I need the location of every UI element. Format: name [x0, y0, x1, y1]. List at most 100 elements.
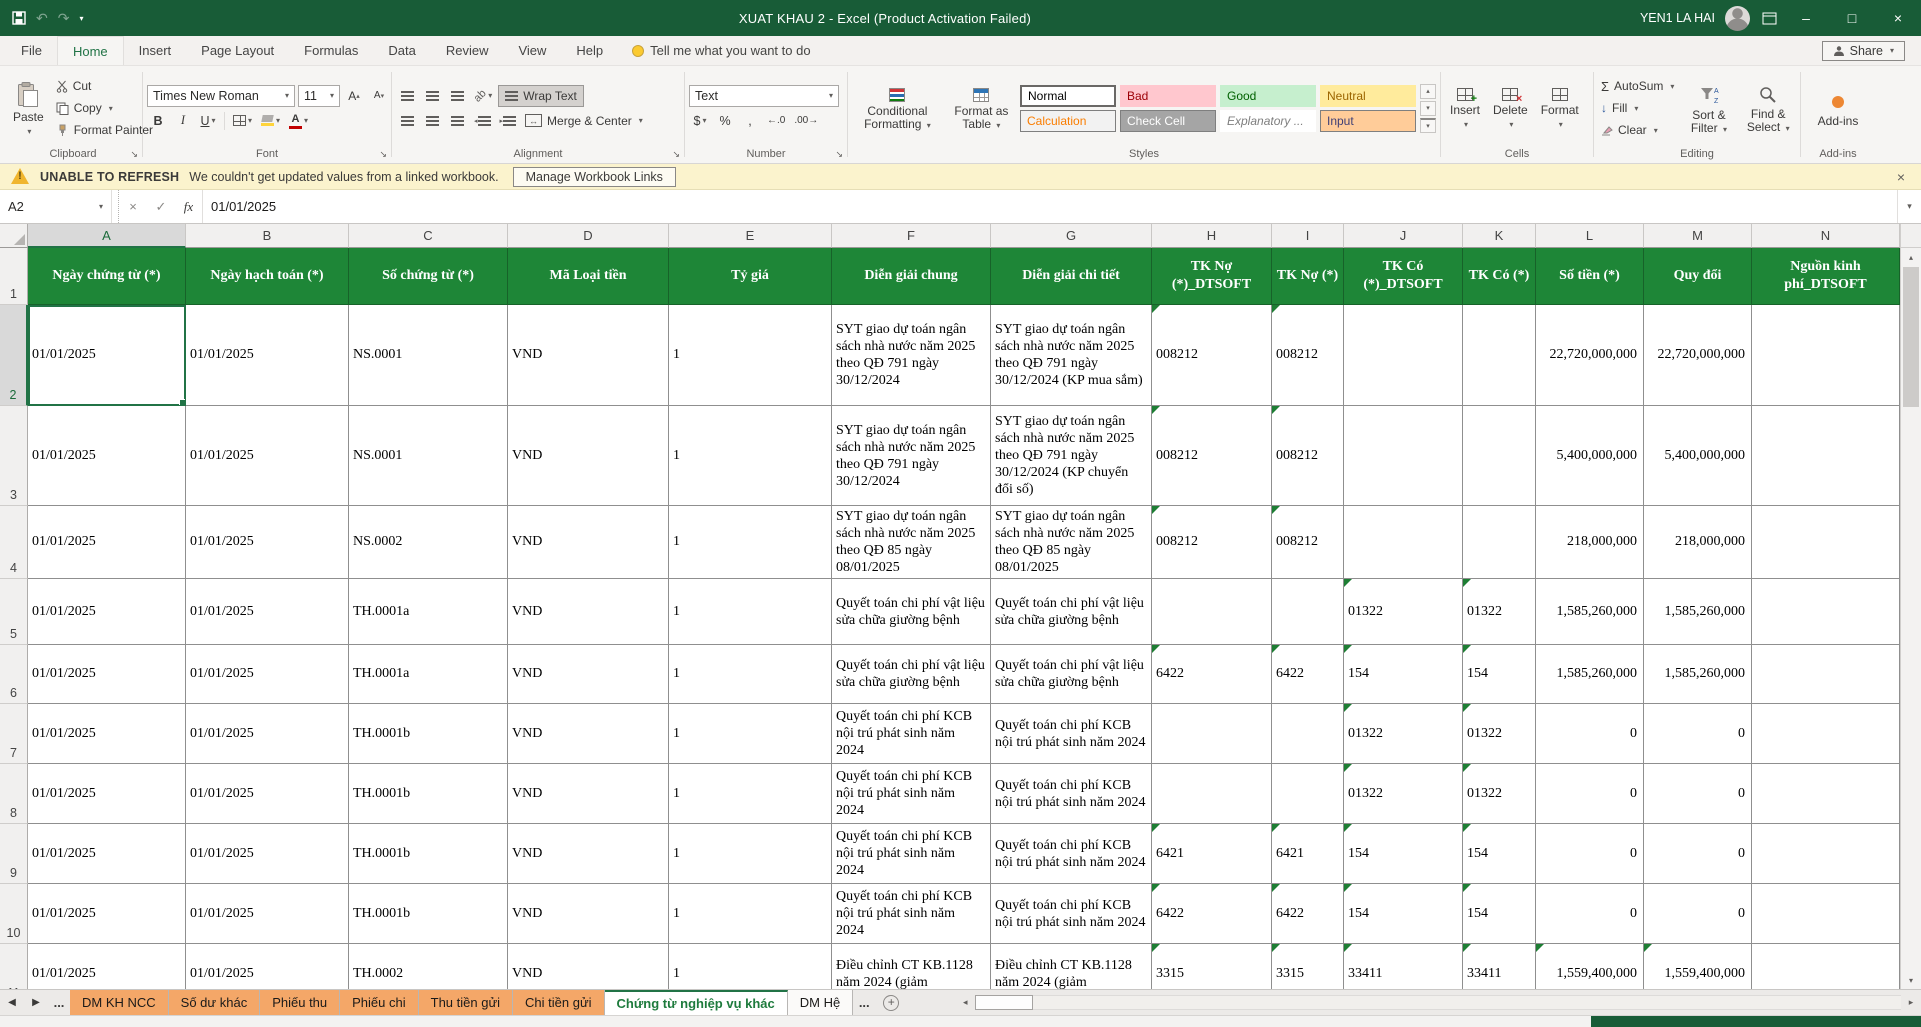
cell-E9[interactable]: 1 — [669, 824, 832, 884]
increase-indent-button[interactable]: ▸ — [497, 110, 520, 132]
cell-style-calculation[interactable]: Calculation — [1020, 110, 1116, 132]
vertical-scrollbar[interactable]: ▴ ▾ — [1900, 224, 1921, 989]
save-button[interactable] — [12, 11, 26, 25]
cell-B10[interactable]: 01/01/2025 — [186, 884, 349, 944]
cell-E2[interactable]: 1 — [669, 305, 832, 406]
sheet-tab-so-du-khac[interactable]: Số dư khác — [169, 990, 261, 1015]
align-left-button[interactable] — [396, 110, 418, 132]
cell-L10[interactable]: 0 — [1536, 884, 1644, 944]
formula-bar-expand-icon[interactable]: ▾ — [1897, 190, 1921, 223]
cell-E10[interactable]: 1 — [669, 884, 832, 944]
tab-formulas[interactable]: Formulas — [289, 36, 373, 65]
cell-H7[interactable] — [1152, 704, 1272, 764]
cell-L7[interactable]: 0 — [1536, 704, 1644, 764]
cell-D11[interactable]: VND — [508, 944, 669, 989]
tab-page-layout[interactable]: Page Layout — [186, 36, 289, 65]
cell-A2[interactable]: 01/01/2025 — [28, 305, 186, 406]
cell-A11[interactable]: 01/01/2025 — [28, 944, 186, 989]
cell-A6[interactable]: 01/01/2025 — [28, 645, 186, 704]
sheet-tab-dm-he[interactable]: DM Hệ — [788, 990, 853, 1015]
cell-H5[interactable] — [1152, 579, 1272, 645]
hscroll-left-icon[interactable]: ◂ — [955, 997, 975, 1008]
cell-H1[interactable]: TK Nợ (*)_DTSOFT — [1152, 248, 1272, 305]
conditional-formatting-button[interactable]: Conditional Formatting ▾ — [852, 85, 943, 132]
cell-F6[interactable]: Quyết toán chi phí vật liệu sửa chữa giư… — [832, 645, 991, 704]
cell-F1[interactable]: Diễn giải chung — [832, 248, 991, 305]
column-header-E[interactable]: E — [669, 224, 832, 248]
alignment-dialog-launcher[interactable]: ↘ — [672, 148, 680, 161]
cell-M6[interactable]: 1,585,260,000 — [1644, 645, 1752, 704]
bold-button[interactable]: B — [147, 110, 169, 132]
cell-N3[interactable] — [1752, 406, 1900, 506]
tab-home[interactable]: Home — [57, 36, 124, 65]
cell-C7[interactable]: TH.0001b — [349, 704, 508, 764]
cell-C1[interactable]: Số chứng từ (*) — [349, 248, 508, 305]
merge-center-button[interactable]: ↔Merge & Center▾ — [522, 110, 646, 131]
cell-J3[interactable] — [1344, 406, 1463, 506]
cell-M11[interactable]: 1,559,400,000 — [1644, 944, 1752, 989]
number-format-combo[interactable]: Text▾ — [689, 85, 839, 107]
undo-button[interactable]: ↶ — [36, 10, 48, 27]
increase-decimal-button[interactable]: ←.0 — [764, 110, 788, 132]
comma-style-button[interactable]: , — [739, 110, 761, 132]
cell-style-neutral[interactable]: Neutral — [1320, 85, 1416, 107]
align-middle-button[interactable] — [421, 85, 443, 107]
column-header-J[interactable]: J — [1344, 224, 1463, 248]
cell-style-good[interactable]: Good — [1220, 85, 1316, 107]
formula-input[interactable]: 01/01/2025 — [203, 190, 1897, 223]
autosum-button[interactable]: ΣAutoSum▾ — [1598, 76, 1677, 97]
sheet-tab-dm-kh-ncc[interactable]: DM KH NCC — [70, 990, 169, 1015]
cell-M10[interactable]: 0 — [1644, 884, 1752, 944]
tab-file[interactable]: File — [6, 36, 57, 65]
minimize-button[interactable]: – — [1783, 0, 1829, 36]
column-header-A[interactable]: A — [28, 224, 186, 248]
fill-button[interactable]: ↓Fill▾ — [1598, 98, 1677, 119]
cell-H2[interactable]: 008212 — [1152, 305, 1272, 406]
row-header-3[interactable]: 3 — [0, 406, 28, 506]
cell-J7[interactable]: 01322 — [1344, 704, 1463, 764]
cell-A8[interactable]: 01/01/2025 — [28, 764, 186, 824]
cell-B6[interactable]: 01/01/2025 — [186, 645, 349, 704]
sheet-tab-thu-tien-gui[interactable]: Thu tiền gửi — [419, 990, 513, 1015]
cell-L9[interactable]: 0 — [1536, 824, 1644, 884]
cell-F5[interactable]: Quyết toán chi phí vật liệu sửa chữa giư… — [832, 579, 991, 645]
cell-C6[interactable]: TH.0001a — [349, 645, 508, 704]
cell-N11[interactable] — [1752, 944, 1900, 989]
cell-C2[interactable]: NS.0001 — [349, 305, 508, 406]
select-all-corner[interactable] — [0, 224, 28, 248]
cell-M3[interactable]: 5,400,000,000 — [1644, 406, 1752, 506]
row-header-1[interactable]: 1 — [0, 248, 28, 305]
cut-button[interactable]: Cut — [53, 76, 156, 97]
cell-I4[interactable]: 008212 — [1272, 506, 1344, 579]
cell-K6[interactable]: 154 — [1463, 645, 1536, 704]
font-size-combo[interactable]: 11▾ — [298, 85, 340, 107]
cell-B11[interactable]: 01/01/2025 — [186, 944, 349, 989]
cell-K3[interactable] — [1463, 406, 1536, 506]
cell-A1[interactable]: Ngày chứng từ (*) — [28, 248, 186, 305]
cell-M2[interactable]: 22,720,000,000 — [1644, 305, 1752, 406]
grow-font-button[interactable]: A▴ — [343, 85, 365, 107]
account-name[interactable]: YEN1 LA HAI — [1640, 11, 1715, 25]
column-header-C[interactable]: C — [349, 224, 508, 248]
shrink-font-button[interactable]: A▾ — [368, 85, 390, 107]
cell-G2[interactable]: SYT giao dự toán ngân sách nhà nước năm … — [991, 305, 1152, 406]
cell-G7[interactable]: Quyết toán chi phí KCB nội trú phát sinh… — [991, 704, 1152, 764]
sheet-overflow-left[interactable]: ... — [48, 990, 70, 1015]
decrease-decimal-button[interactable]: .00→ — [791, 110, 821, 132]
close-button[interactable]: × — [1875, 0, 1921, 36]
align-center-button[interactable] — [421, 110, 443, 132]
cell-B8[interactable]: 01/01/2025 — [186, 764, 349, 824]
horizontal-scrollbar[interactable]: ◂ ▸ — [955, 990, 1921, 1015]
decrease-indent-button[interactable]: ◂ — [471, 110, 494, 132]
manage-workbook-links-button[interactable]: Manage Workbook Links — [513, 167, 676, 187]
cell-J6[interactable]: 154 — [1344, 645, 1463, 704]
enter-icon[interactable]: ✓ — [147, 190, 175, 223]
cell-F7[interactable]: Quyết toán chi phí KCB nội trú phát sinh… — [832, 704, 991, 764]
underline-button[interactable]: U▾ — [197, 110, 219, 132]
cell-F4[interactable]: SYT giao dự toán ngân sách nhà nước năm … — [832, 506, 991, 579]
format-painter-button[interactable]: Format Painter — [53, 120, 156, 141]
column-header-F[interactable]: F — [832, 224, 991, 248]
cell-F2[interactable]: SYT giao dự toán ngân sách nhà nước năm … — [832, 305, 991, 406]
cell-G1[interactable]: Diễn giải chi tiết — [991, 248, 1152, 305]
tab-review[interactable]: Review — [431, 36, 504, 65]
